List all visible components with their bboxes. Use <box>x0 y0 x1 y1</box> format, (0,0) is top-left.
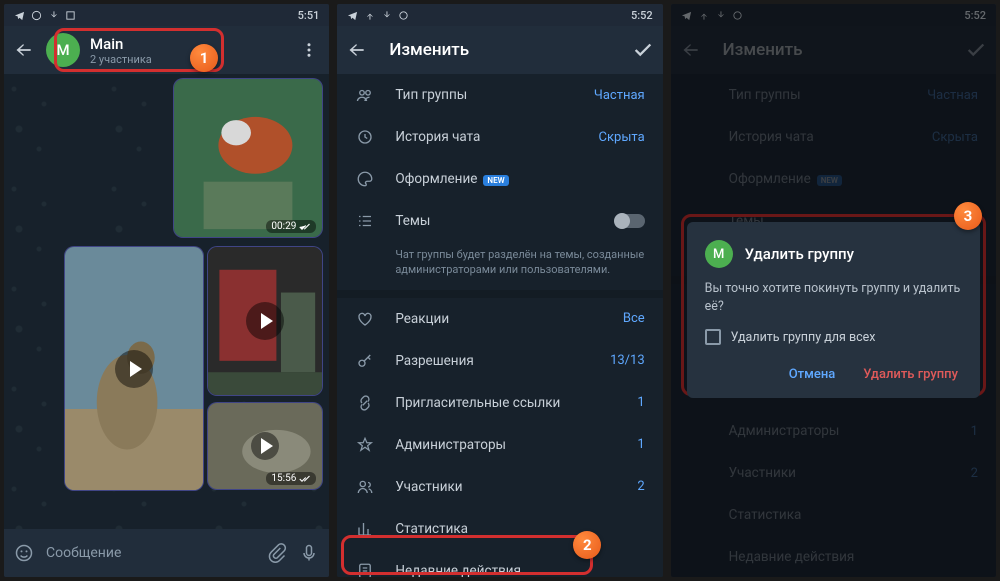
row-members[interactable]: Участники 2 <box>337 466 662 508</box>
star-icon <box>355 435 375 455</box>
topics-hint: Чат группы будет разделён на темы, созда… <box>337 242 662 290</box>
chat-avatar[interactable]: M <box>46 33 80 67</box>
row-admins[interactable]: Администраторы 1 <box>337 424 662 466</box>
dialog-cancel-button[interactable]: Отмена <box>785 359 840 390</box>
media-timestamp: 00:29 <box>266 220 316 233</box>
row-label: Статистика <box>395 521 644 537</box>
download-icon <box>48 10 59 21</box>
media-timestamp: 15:56 <box>266 472 316 485</box>
delete-group-dialog: M Удалить группу Вы точно хотите покинут… <box>687 222 980 398</box>
play-icon <box>115 350 153 388</box>
row-label: Темы <box>395 213 594 229</box>
row-label: ОформлениеNEW <box>395 171 644 187</box>
row-history[interactable]: История чата Скрыта <box>337 116 662 158</box>
dialog-text: Вы точно хотите покинуть группу и удалит… <box>705 280 962 315</box>
media-message[interactable]: 15:56 <box>207 402 323 490</box>
save-icon <box>65 10 76 21</box>
status-time: 5:52 <box>631 9 653 22</box>
checkbox-icon[interactable] <box>705 329 721 345</box>
media-message[interactable]: 00:29 <box>173 78 323 238</box>
chat-subtitle: 2 участника <box>90 53 287 66</box>
edit-header: Изменить <box>337 26 662 74</box>
row-reactions[interactable]: Реакции Все <box>337 298 662 340</box>
row-label: Тип группы <box>395 87 574 103</box>
row-group-type[interactable]: Тип группы Частная <box>337 74 662 116</box>
row-label: Администраторы <box>395 437 617 453</box>
back-button[interactable] <box>12 38 36 62</box>
list-icon <box>355 211 375 231</box>
chat-body: 00:29 <box>4 74 329 529</box>
chart-icon <box>355 519 375 539</box>
save-icon <box>398 10 409 21</box>
row-value: 1 <box>637 437 644 452</box>
back-button[interactable] <box>345 38 369 62</box>
message-input-bar: Сообщение <box>4 529 329 577</box>
dialog-title: Удалить группу <box>745 245 854 263</box>
row-value: Частная <box>594 88 645 103</box>
attach-icon[interactable] <box>267 543 287 563</box>
play-icon <box>251 432 279 460</box>
users-icon <box>355 477 375 497</box>
row-label: Разрешения <box>395 353 590 369</box>
play-icon <box>246 302 284 340</box>
mic-icon[interactable] <box>299 543 319 563</box>
step-badge: 1 <box>190 44 218 72</box>
download-icon <box>381 10 392 21</box>
telegram-icon <box>14 10 25 21</box>
row-label: Реакции <box>395 311 603 327</box>
step-badge: 3 <box>954 202 982 230</box>
doc-icon <box>355 561 375 577</box>
emoji-icon[interactable] <box>14 543 34 563</box>
people-icon <box>355 85 375 105</box>
row-value: 1 <box>637 395 644 410</box>
row-label: Участники <box>395 479 617 495</box>
confirm-button[interactable] <box>631 38 655 62</box>
toggle-off[interactable] <box>615 214 645 228</box>
settings-list: Тип группы Частная История чата Скрыта О… <box>337 74 662 577</box>
dialog-checkbox-row[interactable]: Удалить группу для всех <box>705 329 962 345</box>
telegram-icon <box>347 10 358 21</box>
row-value: Скрыта <box>599 130 645 145</box>
row-value: 13/13 <box>610 353 645 368</box>
row-invite-links[interactable]: Пригласительные ссылки 1 <box>337 382 662 424</box>
status-bar: 5:52 <box>337 4 662 26</box>
panel-edit-group: 5:52 Изменить Тип группы Частная История… <box>337 4 662 577</box>
row-label: Недавние действия <box>395 563 644 577</box>
menu-button[interactable] <box>297 38 321 62</box>
media-message[interactable] <box>64 246 204 491</box>
row-topics[interactable]: Темы <box>337 200 662 242</box>
panel-delete-dialog: 5:52 Изменить Тип группыЧастная История … <box>671 4 996 577</box>
chat-title: Main <box>90 35 287 53</box>
row-value: Все <box>623 311 645 326</box>
heart-icon <box>355 309 375 329</box>
checkbox-label: Удалить группу для всех <box>731 330 876 345</box>
key-icon <box>355 351 375 371</box>
message-input[interactable]: Сообщение <box>46 545 255 561</box>
status-time: 5:51 <box>298 9 320 22</box>
media-message[interactable] <box>207 246 323 396</box>
section-divider <box>337 290 662 298</box>
row-permissions[interactable]: Разрешения 13/13 <box>337 340 662 382</box>
link-icon <box>355 393 375 413</box>
upload-icon <box>364 10 375 21</box>
dialog-confirm-button[interactable]: Удалить группу <box>859 359 962 390</box>
row-recent-actions[interactable]: Недавние действия <box>337 550 662 577</box>
dialog-avatar: M <box>705 240 733 268</box>
row-value: 2 <box>637 479 644 494</box>
viber-icon <box>31 10 42 21</box>
palette-icon <box>355 169 375 189</box>
row-style[interactable]: ОформлениеNEW <box>337 158 662 200</box>
row-label: Пригласительные ссылки <box>395 395 617 411</box>
chat-title-block[interactable]: Main 2 участника <box>90 35 287 66</box>
panel-chat: 5:51 M Main 2 участника 00:29 <box>4 4 329 577</box>
status-bar: 5:51 <box>4 4 329 26</box>
header-title: Изменить <box>389 40 620 60</box>
row-label: История чата <box>395 129 578 145</box>
row-stats[interactable]: Статистика <box>337 508 662 550</box>
clock-icon <box>355 127 375 147</box>
chat-header: M Main 2 участника <box>4 26 329 74</box>
